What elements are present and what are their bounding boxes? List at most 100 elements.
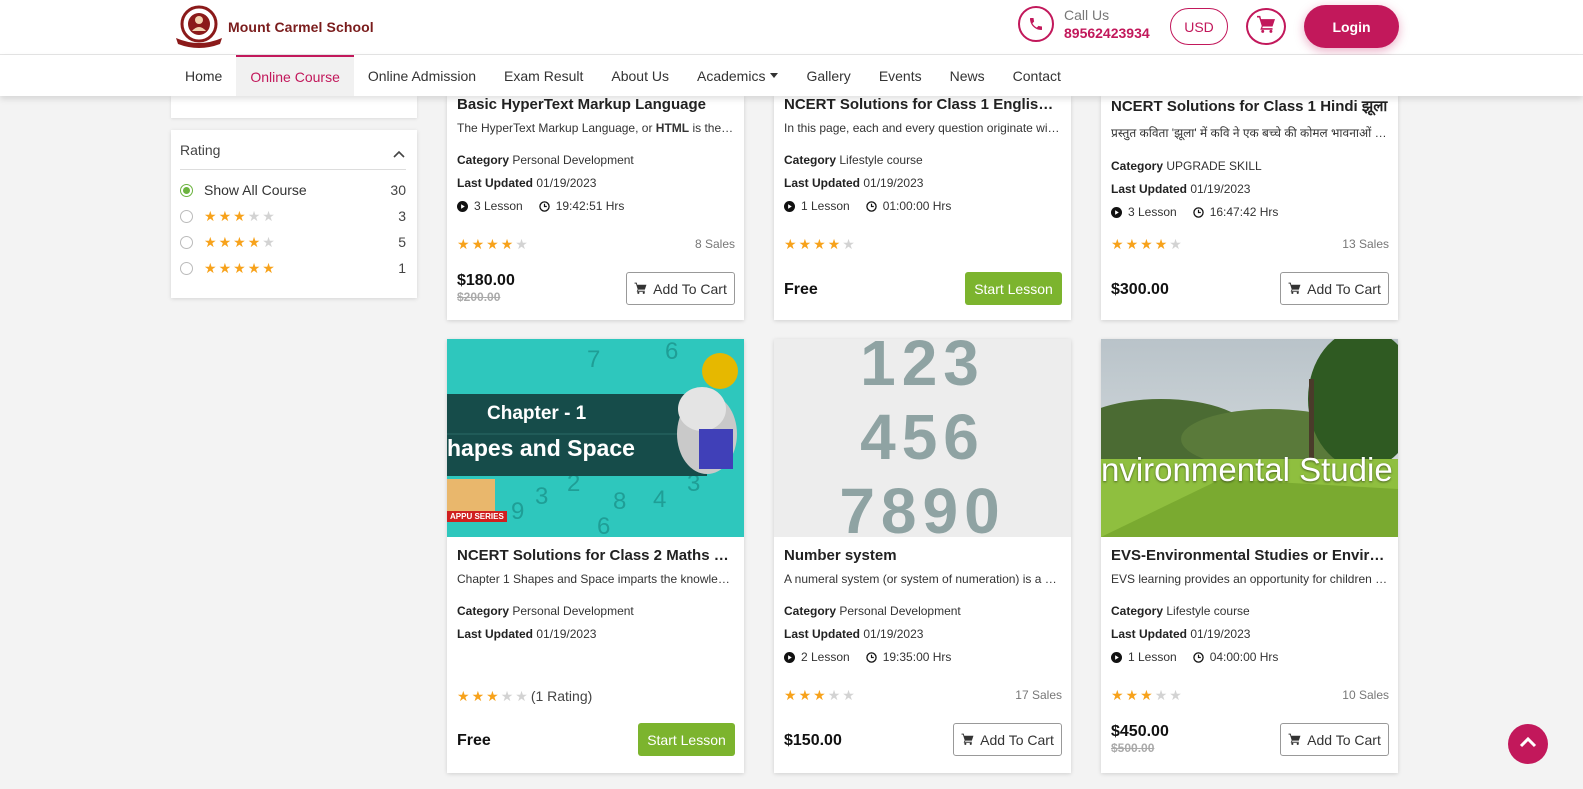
- call-number[interactable]: 89562423934: [1064, 24, 1150, 42]
- course-image[interactable]: 123 456 7890: [774, 339, 1071, 537]
- nav-item-label: Online Admission: [367, 67, 477, 84]
- radio-button[interactable]: [180, 261, 193, 275]
- star-filled-icon: ★: [1154, 236, 1168, 252]
- rating-option[interactable]: ★ ★ ★ ★ ★ 5: [180, 231, 406, 253]
- star-rating: ★ ★ ★ ★ ★: [784, 688, 855, 702]
- course-category: Category Personal Development: [457, 604, 735, 618]
- nav-item-about-us[interactable]: About Us: [597, 55, 683, 96]
- rating-option-count: 3: [398, 208, 406, 224]
- course-card[interactable]: NCERT Solutions for Class 1 Hindi झूला प्…: [1101, 96, 1398, 320]
- nav-item-exam-result[interactable]: Exam Result: [490, 55, 597, 96]
- category-label: Category: [457, 153, 510, 167]
- star-empty-icon: ★: [262, 234, 275, 250]
- category-value: Personal Development: [512, 153, 634, 167]
- add-to-cart-button[interactable]: Add To Cart: [953, 723, 1062, 756]
- course-title[interactable]: Number system: [784, 547, 1062, 564]
- course-category: Category Lifestyle course: [1111, 604, 1389, 618]
- nav-item-academics[interactable]: Academics: [683, 55, 792, 96]
- last-updated-label: Last Updated: [457, 176, 534, 190]
- radio-button[interactable]: [180, 183, 193, 197]
- star-empty-icon: ★: [842, 687, 855, 703]
- course-description: In this page, each and every question or…: [784, 121, 1062, 135]
- course-card[interactable]: 7 6 3 2 8 4 9 6 3 Chapter - 1 hapes and Space APPU …: [447, 339, 744, 773]
- course-price: Free: [784, 281, 818, 298]
- course-description: The HyperText Markup Language, or HTML i…: [457, 121, 735, 135]
- cart-icon: [1288, 732, 1301, 748]
- category-value: Lifestyle course: [1166, 604, 1250, 618]
- star-filled-icon: ★: [784, 687, 797, 703]
- nav-item-events[interactable]: Events: [865, 55, 936, 96]
- play-circle-icon: [784, 200, 795, 212]
- nav-item-news[interactable]: News: [936, 55, 999, 96]
- last-updated-value: 01/19/2023: [536, 627, 597, 641]
- star-empty-icon: ★: [827, 687, 841, 703]
- start-lesson-button[interactable]: Start Lesson: [638, 723, 735, 756]
- star-empty-icon: ★: [515, 236, 528, 252]
- star-filled-icon: ★: [486, 688, 499, 704]
- star-rating: ★ ★ ★ ★ ★: [1111, 688, 1182, 702]
- currency-button[interactable]: USD: [1170, 8, 1228, 45]
- course-image[interactable]: 7 6 3 2 8 4 9 6 3 Chapter - 1 hapes and Space APPU …: [447, 339, 744, 537]
- course-image[interactable]: nvironmental Studie: [1101, 339, 1398, 537]
- add-to-cart-label: Add To Cart: [653, 280, 727, 297]
- play-circle-icon: [1111, 651, 1122, 663]
- course-rating-row: ★ ★ ★ ★ ★: [784, 237, 1062, 251]
- price-area: Free Start Lesson: [784, 272, 1062, 308]
- image-title-line: Chapter - 1: [487, 403, 587, 424]
- login-button[interactable]: Login: [1304, 5, 1399, 48]
- star-filled-icon: ★: [500, 236, 514, 252]
- nav-item-home[interactable]: Home: [171, 55, 236, 96]
- course-category: Category UPGRADE SKILL: [1111, 159, 1389, 173]
- course-card[interactable]: NCERT Solutions for Class 1 English Chap…: [774, 96, 1071, 320]
- school-logo[interactable]: Mount Carmel School: [172, 4, 374, 50]
- course-title[interactable]: NCERT Solutions for Class 1 English Chap…: [784, 96, 1062, 113]
- course-card[interactable]: nvironmental Studie EVS-Environmental Stu…: [1101, 339, 1398, 773]
- radio-button[interactable]: [180, 235, 193, 249]
- cart-button[interactable]: [1246, 8, 1286, 45]
- star-filled-icon: ★: [1111, 236, 1124, 252]
- course-title[interactable]: NCERT Solutions for Class 2 Maths Chapte…: [457, 547, 735, 564]
- price-area: $150.00 Add To Cart: [784, 723, 1062, 759]
- chevron-up-icon[interactable]: [393, 145, 405, 163]
- add-to-cart-button[interactable]: Add To Cart: [626, 272, 735, 305]
- course-last-updated: Last Updated 01/19/2023: [457, 176, 735, 190]
- add-to-cart-button[interactable]: Add To Cart: [1280, 272, 1389, 305]
- rating-option[interactable]: Show All Course 30: [180, 179, 406, 201]
- star-filled-icon: ★: [204, 234, 217, 250]
- course-price: $450.00: [1111, 723, 1169, 740]
- scroll-to-top-button[interactable]: [1508, 724, 1548, 764]
- svg-text:8: 8: [613, 488, 626, 515]
- star-empty-icon: ★: [1169, 687, 1182, 703]
- rating-option[interactable]: ★ ★ ★ ★ ★ 1: [180, 257, 406, 279]
- course-title[interactable]: NCERT Solutions for Class 1 Hindi झूला: [1111, 96, 1389, 116]
- nav-item-online-admission[interactable]: Online Admission: [354, 55, 490, 96]
- rating-option[interactable]: ★ ★ ★ ★ ★ 3: [180, 205, 406, 227]
- category-value: Lifestyle course: [839, 153, 923, 167]
- course-lesson-info: 3 Lesson 16:47:42 Hrs: [1111, 205, 1389, 219]
- course-card[interactable]: 123 456 7890 Number system A numeral system …: [774, 339, 1071, 773]
- sales-count: 17 Sales: [1015, 688, 1062, 702]
- star-filled-icon: ★: [218, 260, 232, 276]
- radio-button[interactable]: [180, 209, 193, 223]
- nav-item-label: Online Course: [250, 68, 340, 85]
- nav-item-online-course[interactable]: Online Course: [236, 55, 354, 96]
- course-title[interactable]: EVS-Environmental Studies or Environment…: [1111, 547, 1389, 564]
- star-filled-icon: ★: [247, 260, 261, 276]
- course-last-updated: Last Updated 01/19/2023: [784, 176, 1062, 190]
- clock-icon: [538, 200, 550, 212]
- course-last-updated: Last Updated 01/19/2023: [457, 627, 735, 641]
- course-rating-row: ★ ★ ★ ★ ★ 17 Sales: [784, 688, 1062, 702]
- nav-item-label: Gallery: [806, 67, 851, 84]
- star-filled-icon: ★: [827, 236, 841, 252]
- star-filled-icon: ★: [218, 208, 232, 224]
- course-category: Category Personal Development: [784, 604, 1062, 618]
- course-description: A numeral system (or system of numeratio…: [784, 572, 1062, 586]
- add-to-cart-button[interactable]: Add To Cart: [1280, 723, 1389, 756]
- course-card[interactable]: Basic HyperText Markup Language The Hyper…: [447, 96, 744, 320]
- start-lesson-button[interactable]: Start Lesson: [965, 272, 1062, 305]
- course-title[interactable]: Basic HyperText Markup Language: [457, 96, 735, 113]
- description-keyword: HTML: [655, 121, 690, 135]
- nav-item-contact[interactable]: Contact: [999, 55, 1075, 96]
- call-us[interactable]: Call Us 89562423934: [1018, 6, 1150, 42]
- nav-item-gallery[interactable]: Gallery: [792, 55, 864, 96]
